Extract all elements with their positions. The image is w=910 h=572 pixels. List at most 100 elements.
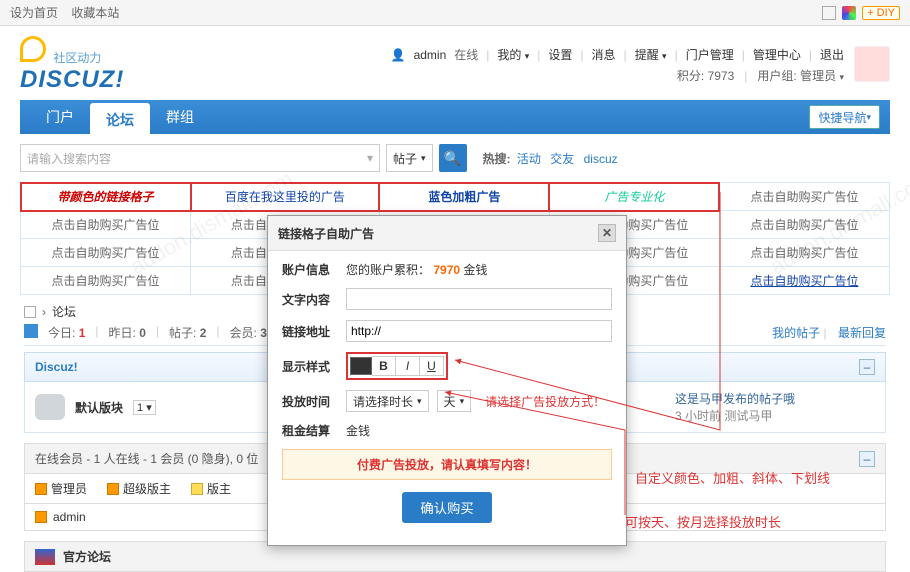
palette-icon[interactable] bbox=[842, 6, 856, 20]
ad-cell[interactable]: 带颜色的链接格子 bbox=[58, 190, 154, 204]
nav-portal[interactable]: 门户 bbox=[30, 100, 90, 134]
group-value: 管理员 bbox=[800, 69, 836, 83]
last-post-meta: 3 小时前 测试马甲 bbox=[675, 407, 875, 424]
logout-link[interactable]: 退出 bbox=[820, 46, 844, 63]
mine-menu[interactable]: 我的 ▾ bbox=[497, 46, 529, 63]
category-title: Discuz! bbox=[35, 360, 78, 374]
forum-select[interactable]: 1 ▾ bbox=[133, 400, 156, 415]
quick-nav-button[interactable]: 快捷导航▾ bbox=[809, 105, 880, 129]
user-icon: 👤 bbox=[391, 48, 406, 62]
online-user-link[interactable]: admin bbox=[53, 510, 86, 524]
my-posts-link[interactable]: 我的帖子 bbox=[772, 326, 820, 340]
label-text: 文字内容 bbox=[282, 291, 338, 308]
mod-badge-icon bbox=[191, 483, 203, 495]
forum-icon bbox=[35, 394, 65, 420]
last-post-title[interactable]: 这是马甲发布的帖子哦 bbox=[675, 390, 875, 407]
search-scope-select[interactable]: 帖子 ▾ bbox=[386, 144, 433, 172]
italic-button[interactable]: I bbox=[396, 356, 420, 376]
favorite-link[interactable]: 收藏本站 bbox=[71, 6, 119, 20]
messages-link[interactable]: 消息 bbox=[592, 46, 616, 63]
chevron-down-icon: ▾ bbox=[525, 51, 530, 61]
ad-buy-cell[interactable]: 点击自助购买广告位 bbox=[750, 218, 858, 232]
style-toolbar: B I U bbox=[346, 352, 448, 380]
hot-link[interactable]: discuz bbox=[584, 152, 618, 166]
label-account: 账户信息 bbox=[282, 261, 338, 278]
header: 社区动力 DISCUZ! 👤 admin 在线 | 我的 ▾ | 设置 | 消息… bbox=[0, 26, 910, 100]
collapse-button[interactable]: – bbox=[859, 359, 875, 375]
user-badge-icon bbox=[35, 511, 47, 523]
link-title[interactable]: 官方论坛 bbox=[63, 548, 111, 565]
logo[interactable]: 社区动力 DISCUZ! bbox=[20, 36, 124, 94]
search-input[interactable]: 请输入搜索内容 ▾ bbox=[20, 144, 380, 172]
stats-icon bbox=[24, 324, 38, 338]
collapse-button[interactable]: – bbox=[859, 451, 875, 467]
admin-center-link[interactable]: 管理中心 bbox=[753, 46, 801, 63]
set-home-link[interactable]: 设为首页 bbox=[10, 6, 58, 20]
close-button[interactable]: ✕ bbox=[598, 224, 616, 242]
dropdown-icon[interactable]: ▾ bbox=[367, 151, 373, 165]
credits-label: 积分: bbox=[677, 69, 704, 83]
admin-badge-icon bbox=[35, 483, 47, 495]
hot-link[interactable]: 活动 bbox=[517, 152, 541, 166]
avatar[interactable] bbox=[854, 46, 890, 82]
chevron-down-icon: ▾ bbox=[839, 72, 844, 82]
credits-value: 7973 bbox=[708, 69, 735, 83]
ad-buy-cell[interactable]: 点击自助购买广告位 bbox=[750, 246, 858, 260]
anno-style: 自定义颜色、加粗、斜体、下划线 bbox=[635, 468, 830, 487]
color-picker[interactable] bbox=[350, 357, 372, 375]
warning-bar: 付费广告投放，请认真填写内容！ bbox=[282, 449, 612, 480]
logo-bubble-icon bbox=[20, 36, 46, 62]
portal-mgmt-link[interactable]: 门户管理 bbox=[686, 46, 734, 63]
search-row: 请输入搜索内容 ▾ 帖子 ▾ 🔍 热搜: 活动 交友 discuz bbox=[20, 144, 890, 172]
group-label: 用户组: bbox=[757, 69, 796, 83]
ad-cell[interactable]: 百度在我这里投的广告 bbox=[225, 190, 345, 204]
nav-group[interactable]: 群组 bbox=[150, 100, 210, 134]
label-style: 显示样式 bbox=[282, 358, 338, 375]
underline-button[interactable]: U bbox=[420, 356, 444, 376]
chevron-down-icon: ▾ bbox=[662, 51, 667, 61]
search-icon: 🔍 bbox=[444, 150, 461, 167]
modal-title: 链接格子自助广告 bbox=[278, 225, 374, 242]
last-post: 这是马甲发布的帖子哦 3 小时前 测试马甲 bbox=[675, 390, 875, 424]
settings-link[interactable]: 设置 bbox=[548, 46, 572, 63]
nav-forum[interactable]: 论坛 bbox=[90, 103, 150, 134]
logo-text: DISCUZ! bbox=[20, 66, 124, 94]
remind-menu[interactable]: 提醒 ▾ bbox=[635, 46, 667, 63]
home-icon[interactable] bbox=[24, 306, 36, 318]
bold-button[interactable]: B bbox=[372, 356, 396, 376]
user-area: 👤 admin 在线 | 我的 ▾ | 设置 | 消息 | 提醒 ▾ | 门户管… bbox=[391, 46, 844, 84]
fullscreen-icon[interactable] bbox=[822, 6, 836, 20]
label-price: 租金结算 bbox=[282, 422, 338, 439]
username-link[interactable]: admin bbox=[414, 48, 447, 62]
chevron-down-icon: ▾ bbox=[866, 112, 871, 123]
label-duration: 投放时间 bbox=[282, 393, 338, 410]
ad-buy-cell[interactable]: 点击自助购买广告位 bbox=[52, 246, 160, 260]
link-icon bbox=[35, 549, 55, 565]
hot-link[interactable]: 交友 bbox=[550, 152, 574, 166]
link-input[interactable] bbox=[346, 320, 612, 342]
breadcrumb-forum[interactable]: 论坛 bbox=[52, 303, 76, 320]
new-reply-link[interactable]: 最新回复 bbox=[838, 326, 886, 340]
duration-select[interactable]: 请选择时长 ▾ bbox=[346, 390, 429, 412]
ad-buy-cell[interactable]: 点击自助购买广告位 bbox=[52, 218, 160, 232]
ad-buy-cell[interactable]: 点击自助购买广告位 bbox=[750, 274, 858, 288]
logo-tagline: 社区动力 bbox=[53, 51, 101, 65]
anno-duration: 可按天、按月选择投放时长 bbox=[625, 512, 781, 531]
confirm-button[interactable]: 确认购买 bbox=[402, 492, 491, 523]
label-link: 链接地址 bbox=[282, 323, 338, 340]
modal-header: 链接格子自助广告 ✕ bbox=[268, 216, 626, 251]
ad-cell[interactable]: 蓝色加粗广告 bbox=[428, 190, 500, 204]
chevron-down-icon: ▾ bbox=[421, 153, 426, 164]
search-button[interactable]: 🔍 bbox=[439, 144, 467, 172]
online-status: 在线 bbox=[454, 46, 478, 63]
duration-unit-select[interactable]: 天 ▾ bbox=[437, 390, 472, 412]
main-nav: 门户 论坛 群组 快捷导航▾ bbox=[20, 100, 890, 134]
ad-buy-cell[interactable]: 点击自助购买广告位 bbox=[750, 190, 858, 204]
price-unit: 金钱 bbox=[346, 422, 370, 439]
text-input[interactable] bbox=[346, 288, 612, 310]
diy-button[interactable]: + DIY bbox=[862, 6, 900, 20]
ad-buy-cell[interactable]: 点击自助购买广告位 bbox=[52, 274, 160, 288]
ad-cell[interactable]: 广告专业化 bbox=[604, 190, 664, 204]
duration-tip: 请选择广告投放方式！ bbox=[485, 393, 605, 410]
forum-name[interactable]: 默认版块 bbox=[75, 399, 123, 416]
